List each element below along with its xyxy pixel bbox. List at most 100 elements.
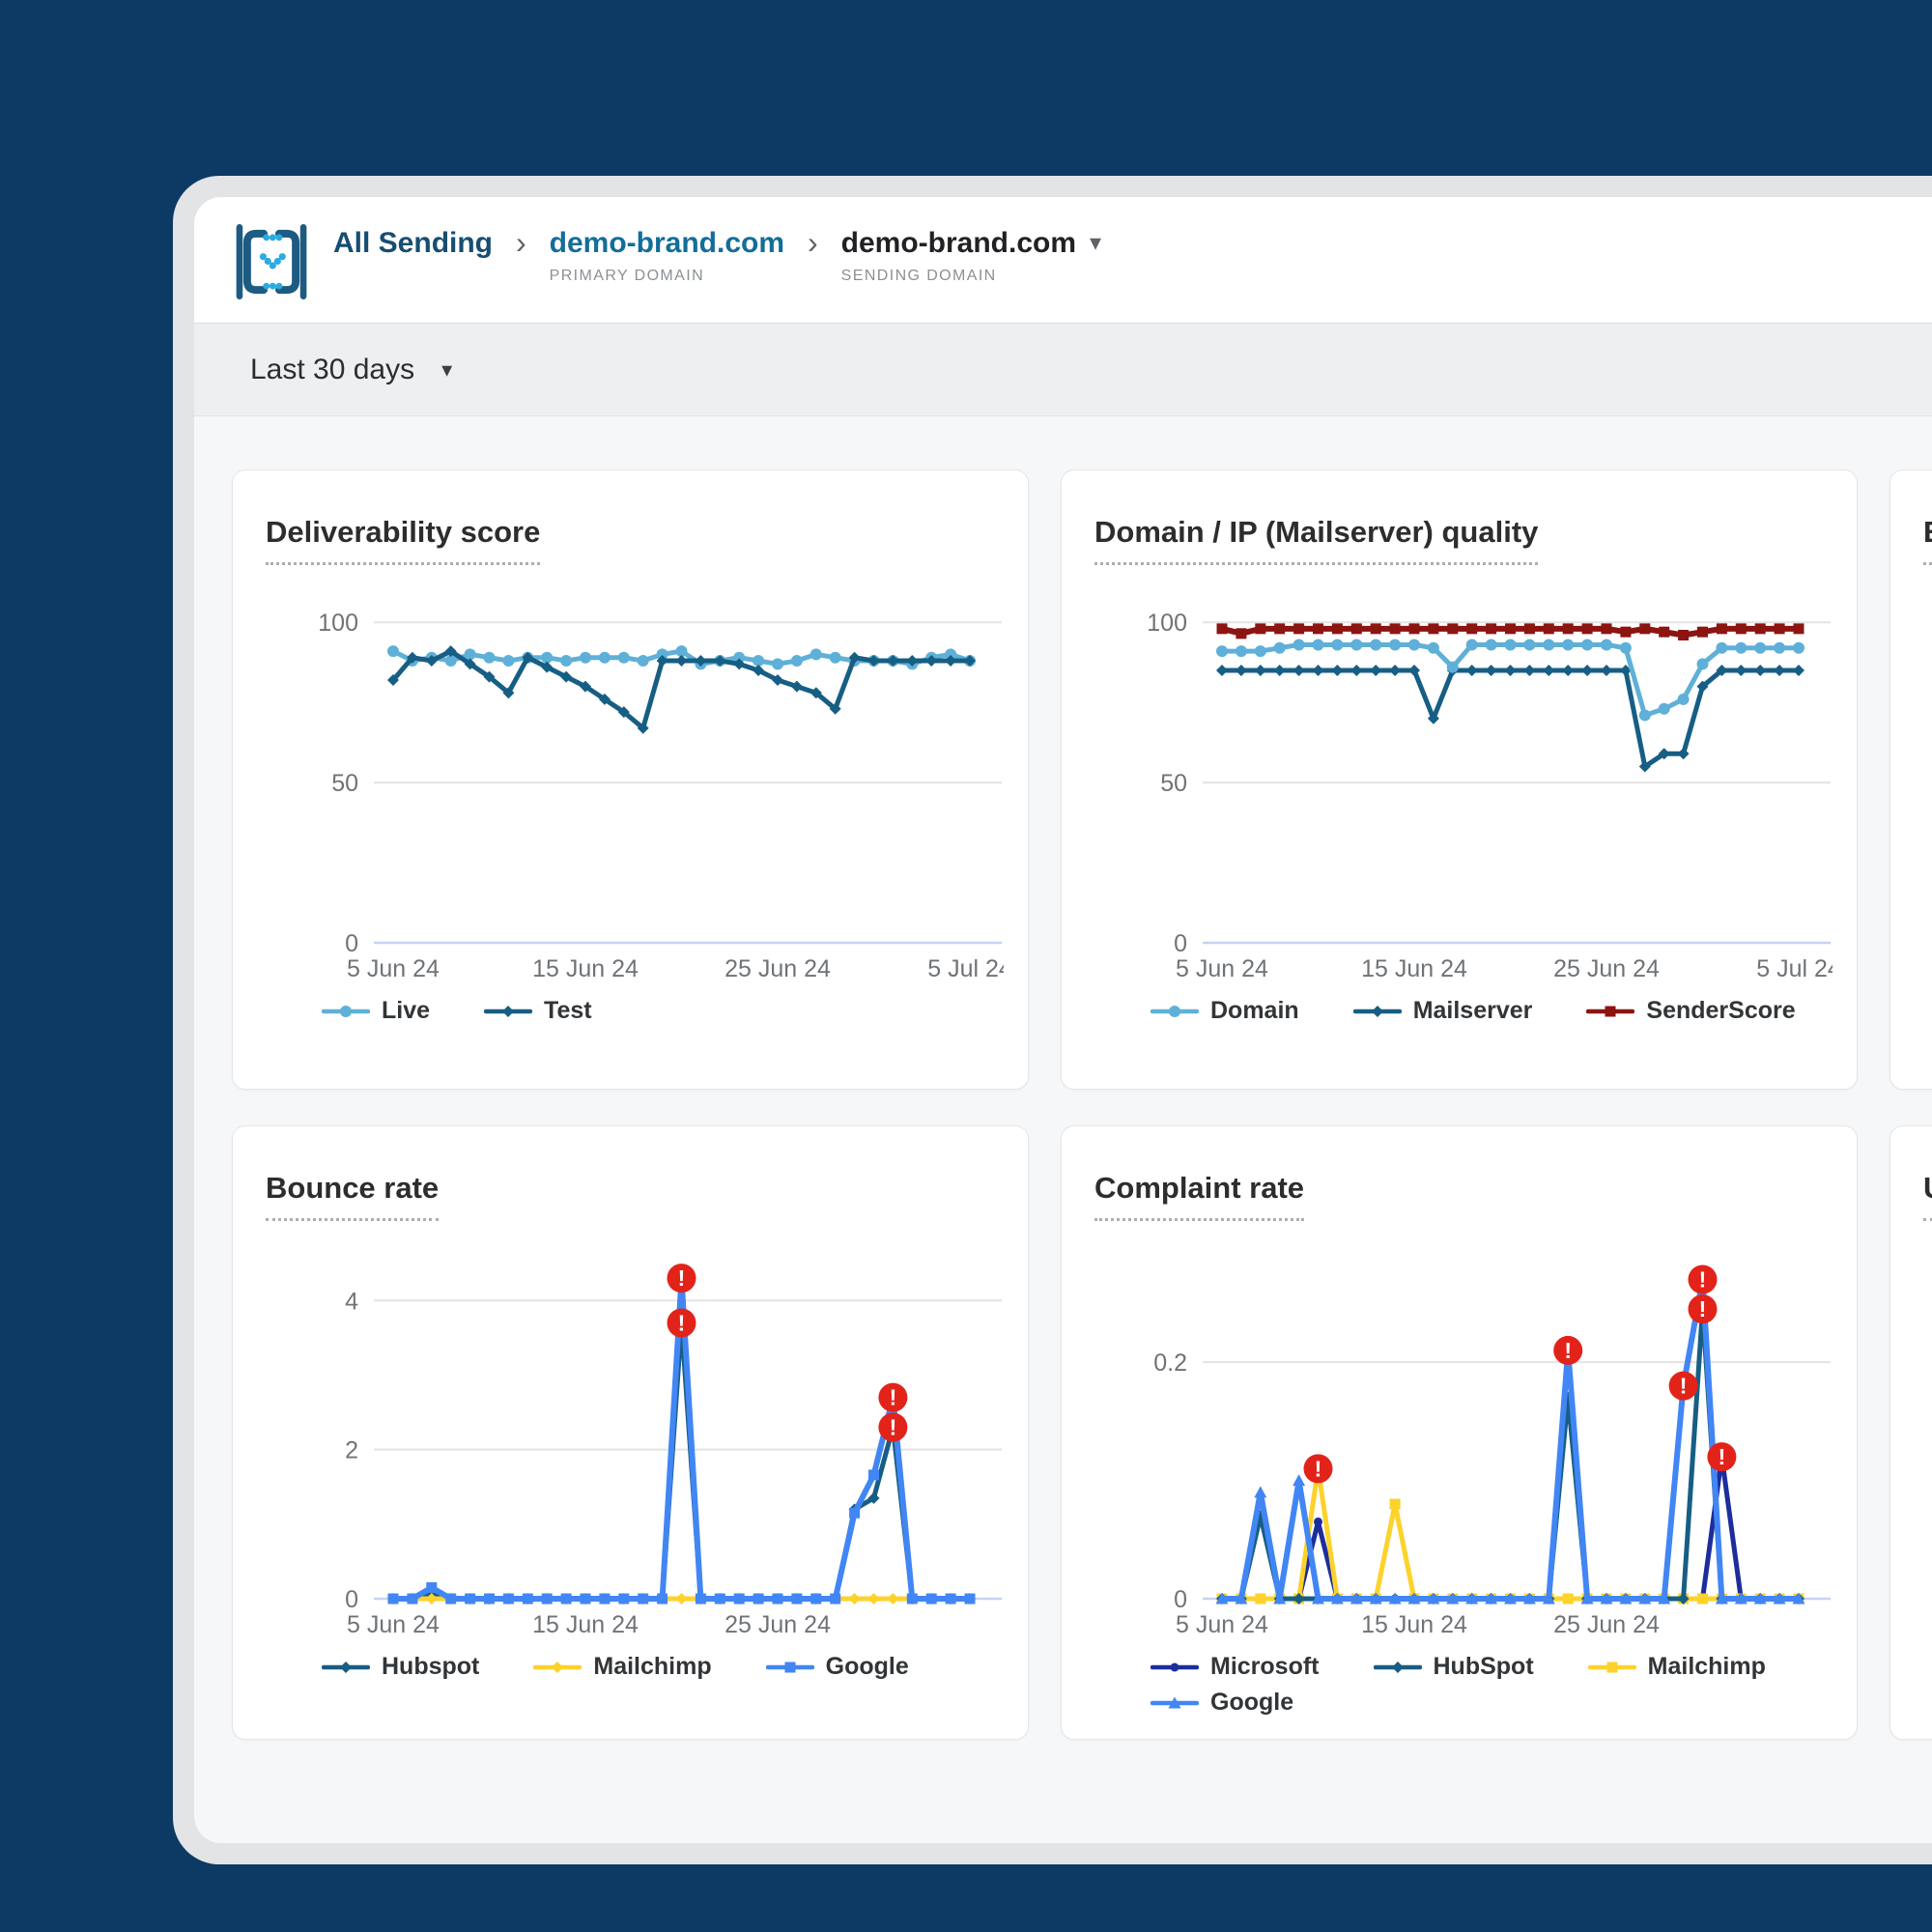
legend-swatch-icon (1374, 1659, 1422, 1676)
svg-text:!: ! (1719, 1444, 1726, 1469)
svg-text:!: ! (1699, 1266, 1707, 1292)
legend-label: HubSpot (1434, 1653, 1534, 1681)
top-navigation-bar: All Sending › demo-brand.com PRIMARY DOM… (194, 197, 1932, 323)
chart-domain-ip-quality-canvas: 100 50 05 Jun 24 15 Jun 24 25 Jun 24 5 Jul 24 (1089, 581, 1830, 991)
date-range-label: Last 30 days (250, 354, 414, 386)
legend-swatch-icon (322, 1003, 370, 1020)
app-panel: All Sending › demo-brand.com PRIMARY DOM… (194, 197, 1932, 1843)
legend-label: Mailchimp (593, 1653, 711, 1681)
legend-item-google[interactable]: Google (1151, 1689, 1293, 1717)
svg-text:5 Jun 24: 5 Jun 24 (1176, 955, 1268, 982)
card-title: Domain / IP (Mailserver) quality (1094, 515, 1538, 565)
card-deliverability-score: Deliverability score 1005005 Jun 2415 Ju… (232, 469, 1029, 1090)
svg-text:15 Jun 24: 15 Jun 24 (1361, 1611, 1467, 1638)
svg-text:5 Jul 24: 5 Jul 24 (927, 955, 1004, 982)
svg-text:4: 4 (345, 1288, 358, 1315)
legend-label: Mailchimp (1648, 1653, 1766, 1681)
brand-logo (233, 222, 310, 306)
svg-text:50: 50 (1160, 770, 1187, 797)
legend-label: SenderScore (1646, 997, 1795, 1025)
legend-item-hubspot[interactable]: Hubspot (322, 1653, 479, 1681)
svg-text:100: 100 (318, 610, 358, 637)
legend-item-google[interactable]: Google (766, 1653, 909, 1681)
svg-text:!: ! (890, 1385, 897, 1410)
legend-item-domain[interactable]: Domain (1151, 997, 1299, 1025)
svg-text:25 Jun 24: 25 Jun 24 (724, 955, 831, 982)
legend-label: Hubspot (382, 1653, 479, 1681)
breadcrumb-item-sending-domain[interactable]: demo-brand.com ▾ SENDING DOMAIN (841, 226, 1101, 285)
svg-text:15 Jun 24: 15 Jun 24 (532, 955, 639, 982)
svg-text:0.2: 0.2 (1153, 1350, 1187, 1377)
chart-bounce-rate-svg: 4205 Jun 2415 Jun 2425 Jun 24!!!! (260, 1236, 1004, 1642)
chart-complaint-rate-svg: 0.205 Jun 2415 Jun 2425 Jun 24!!!!!! (1089, 1236, 1833, 1642)
breadcrumb-label[interactable]: demo-brand.com (550, 226, 784, 261)
card-title: E (1923, 515, 1932, 565)
caret-down-icon: ▾ (441, 357, 452, 383)
legend-swatch-icon (1151, 1659, 1199, 1676)
date-range-dropdown[interactable]: Last 30 days ▾ (250, 354, 452, 386)
svg-text:!: ! (1680, 1374, 1688, 1399)
card-title: Bounce rate (266, 1171, 439, 1221)
svg-text:100: 100 (1147, 610, 1187, 637)
chart-complaint-rate-canvas: 0.205 Jun 2415 Jun 2425 Jun 24!!!!!! (1089, 1236, 1830, 1647)
svg-text:0: 0 (1174, 1586, 1187, 1613)
legend-swatch-icon (1588, 1659, 1636, 1676)
legend-label: Live (382, 997, 430, 1025)
card-complaint-rate: Complaint rate 0.205 Jun 2415 Jun 2425 J… (1061, 1125, 1858, 1740)
svg-text:50: 50 (331, 770, 358, 797)
legend-item-test[interactable]: Test (484, 997, 592, 1025)
breadcrumb-label[interactable]: demo-brand.com (841, 226, 1076, 261)
legend-item-mailserver[interactable]: Mailserver (1353, 997, 1533, 1025)
chart-bounce-rate-canvas: 4205 Jun 2415 Jun 2425 Jun 24!!!! (260, 1236, 1001, 1647)
svg-text:!: ! (1315, 1456, 1322, 1481)
card-title: Deliverability score (266, 515, 540, 565)
svg-text:2: 2 (345, 1437, 358, 1464)
legend-label: Microsoft (1210, 1653, 1320, 1681)
card-title: Complaint rate (1094, 1171, 1304, 1221)
svg-text:!: ! (1564, 1338, 1572, 1363)
legend-item-microsoft[interactable]: Microsoft (1151, 1653, 1320, 1681)
legend-swatch-icon (1151, 1003, 1199, 1020)
svg-text:0: 0 (1174, 930, 1187, 957)
card-bounce-rate: Bounce rate 4205 Jun 2415 Jun 2425 Jun 2… (232, 1125, 1029, 1740)
svg-text:25 Jun 24: 25 Jun 24 (1553, 955, 1660, 982)
breadcrumb-item-all-sending[interactable]: All Sending (333, 226, 493, 261)
legend-swatch-icon (766, 1659, 814, 1676)
legend-item-hubspot[interactable]: HubSpot (1374, 1653, 1534, 1681)
legend-item-mailchimp[interactable]: Mailchimp (533, 1653, 711, 1681)
legend-item-senderscore[interactable]: SenderScore (1586, 997, 1795, 1025)
chart-legend: Hubspot Mailchimp Google (322, 1653, 998, 1681)
legend-label: Google (1210, 1689, 1293, 1717)
svg-text:15 Jun 24: 15 Jun 24 (1361, 955, 1467, 982)
svg-text:25 Jun 24: 25 Jun 24 (724, 1611, 831, 1638)
svg-text:15 Jun 24: 15 Jun 24 (532, 1611, 639, 1638)
card-domain-ip-quality: Domain / IP (Mailserver) quality 1005005… (1061, 469, 1858, 1090)
legend-item-live[interactable]: Live (322, 997, 430, 1025)
svg-text:!: ! (678, 1265, 686, 1291)
filter-bar: Last 30 days ▾ (194, 323, 1932, 416)
svg-text:!: ! (1699, 1296, 1707, 1321)
card-partial-right-top: E (1889, 469, 1932, 1090)
chevron-right-icon: › (516, 226, 526, 259)
svg-text:5 Jun 24: 5 Jun 24 (1176, 1611, 1268, 1638)
chart-domain-ip-quality-svg: 100 50 05 Jun 24 15 Jun 24 25 Jun 24 5 Jul 24 (1089, 581, 1833, 986)
svg-text:!: ! (890, 1415, 897, 1440)
legend-swatch-icon (484, 1003, 532, 1020)
legend-item-mailchimp[interactable]: Mailchimp (1588, 1653, 1766, 1681)
legend-swatch-icon (1353, 1003, 1402, 1020)
breadcrumb: All Sending › demo-brand.com PRIMARY DOM… (333, 226, 1101, 285)
legend-swatch-icon (533, 1659, 582, 1676)
card-partial-right-bottom: U (1889, 1125, 1932, 1740)
svg-text:5 Jul 24: 5 Jul 24 (1756, 955, 1833, 982)
breadcrumb-label[interactable]: All Sending (333, 226, 493, 261)
chevron-right-icon: › (808, 226, 818, 259)
svg-text:0: 0 (345, 1586, 358, 1613)
breadcrumb-item-primary-domain[interactable]: demo-brand.com PRIMARY DOMAIN (550, 226, 784, 285)
legend-label: Mailserver (1413, 997, 1533, 1025)
chart-deliverability-score-svg: 1005005 Jun 2415 Jun 2425 Jun 245 Jul 24 (260, 581, 1004, 986)
legend-swatch-icon (1586, 1003, 1634, 1020)
dashboard-grid: Deliverability score 1005005 Jun 2415 Ju… (194, 416, 1932, 1740)
svg-text:0: 0 (345, 930, 358, 957)
legend-label: Domain (1210, 997, 1299, 1025)
legend-swatch-icon (1151, 1694, 1199, 1712)
